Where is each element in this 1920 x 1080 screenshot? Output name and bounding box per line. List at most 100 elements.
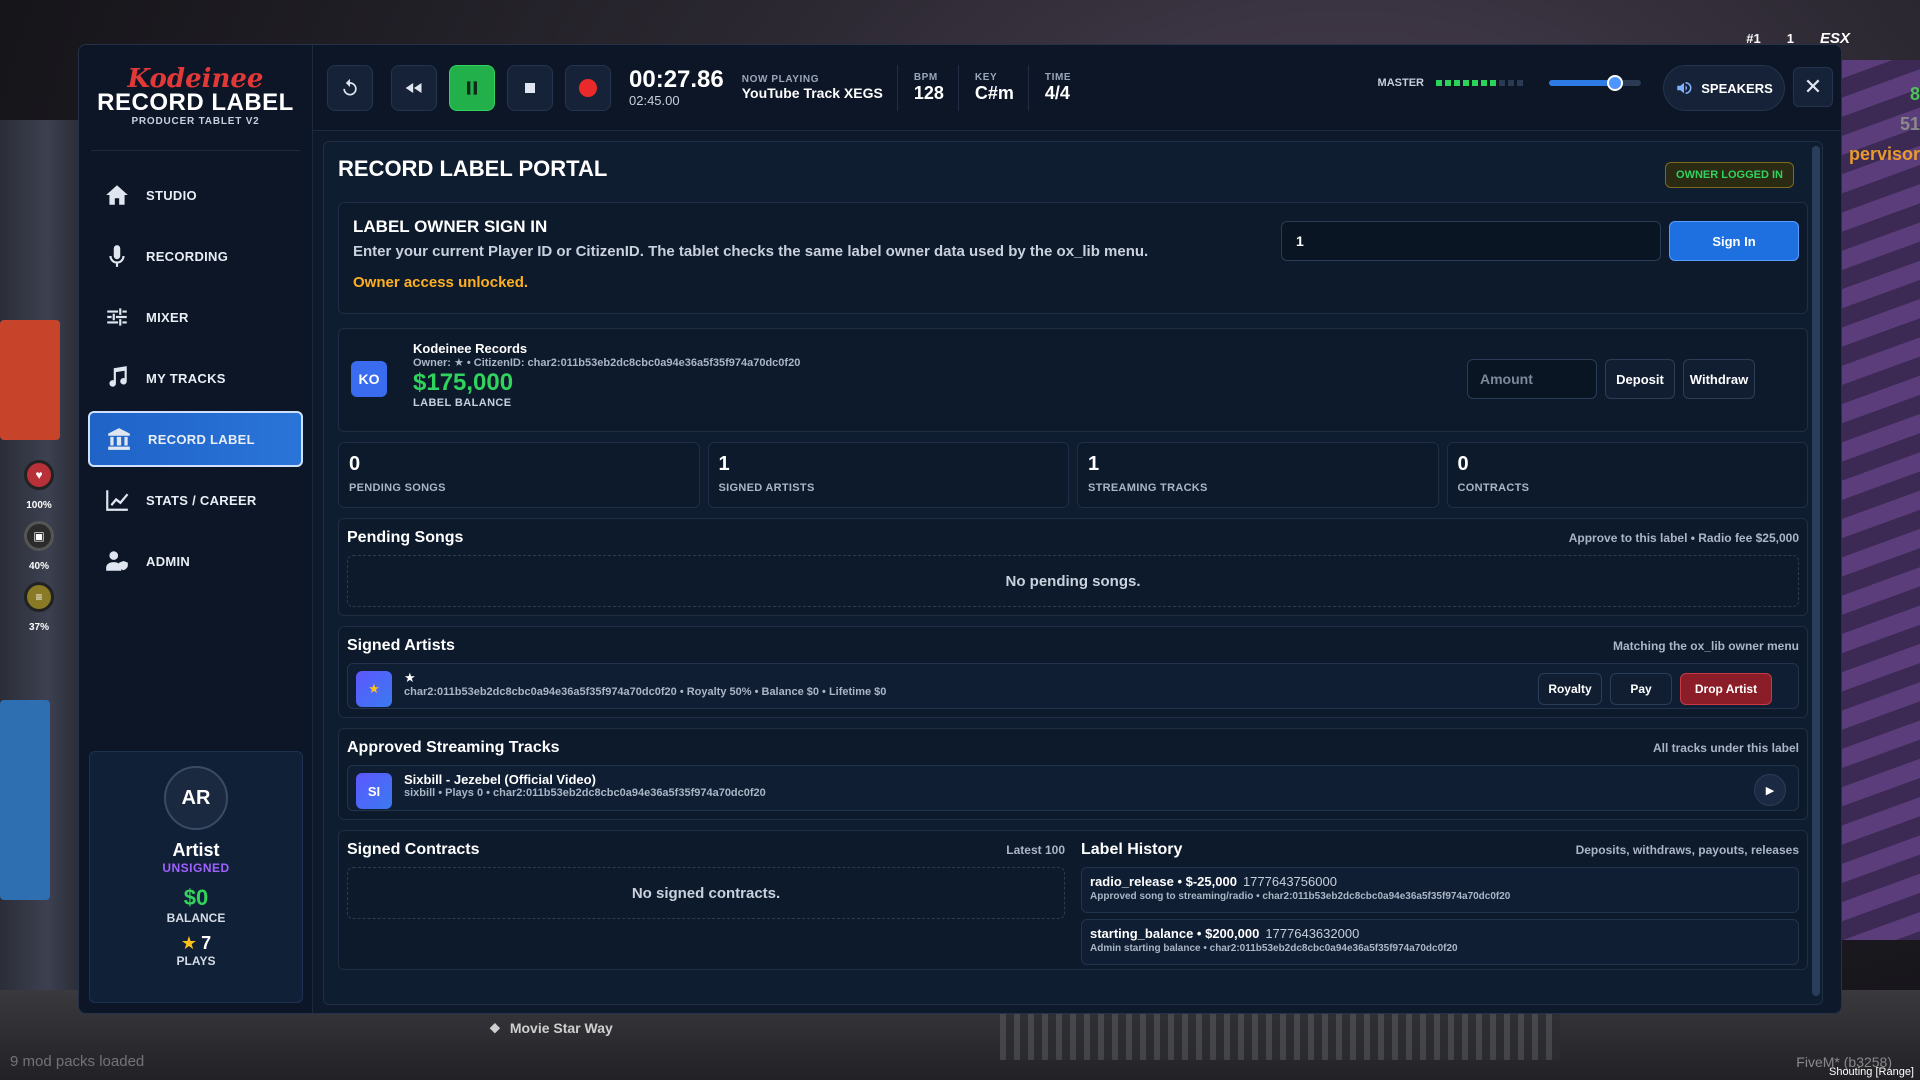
section-note: All tracks under this label — [1652, 741, 1799, 755]
brand-script: Kodeinee — [127, 64, 264, 94]
sliders-icon — [107, 308, 127, 326]
artist-plays: ★ 7 — [181, 933, 211, 954]
label-owner: Owner: ★ • CitizenID: char2:011b53eb2dc8… — [413, 357, 801, 369]
streaming-tracks-section: Approved Streaming Tracks All tracks und… — [338, 728, 1808, 820]
owner-sign-in-card: LABEL OWNER SIGN IN Enter your current P… — [338, 202, 1808, 314]
deposit-button[interactable]: Deposit — [1605, 359, 1675, 399]
close-button[interactable]: ✕ — [1793, 67, 1833, 107]
volume-knob[interactable] — [1607, 75, 1624, 91]
drop-artist-button[interactable]: Drop Artist — [1680, 673, 1772, 705]
artist-balance: $0 — [183, 885, 209, 910]
home-icon — [106, 185, 128, 205]
sidebar-item-admin[interactable]: ADMIN — [88, 533, 303, 589]
sidebar-item-stats-career[interactable]: STATS / CAREER — [88, 472, 303, 528]
label-stats: 0 PENDING SONGS 1 SIGNED ARTISTS 1 STREA… — [338, 442, 1808, 508]
voice-range: Shouting [Range] — [1828, 1066, 1914, 1078]
meter-segment — [1463, 80, 1469, 86]
rewind-icon — [405, 82, 422, 93]
acoustic-foam — [1840, 60, 1920, 940]
star-icon: ★ — [356, 671, 392, 707]
restart-button[interactable] — [327, 64, 373, 111]
master-label: MASTER — [1377, 77, 1424, 89]
label-name: Kodeinee Records — [413, 341, 528, 356]
label-avatar: KO — [351, 361, 387, 397]
sidebar-item-studio[interactable]: STUDIO — [88, 167, 303, 223]
player-status: ♥ 100% ▣ 40% ≡ 37% — [24, 460, 54, 633]
speakers-button[interactable]: SPEAKERS — [1663, 65, 1785, 111]
signin-status: Owner access unlocked. — [353, 274, 529, 291]
speakers-label: SPEAKERS — [1701, 80, 1773, 96]
scrollbar[interactable] — [1812, 146, 1820, 996]
history-id: 1777643756000 — [1242, 874, 1337, 889]
sidebar-item-label: STATS / CAREER — [146, 492, 257, 508]
avatar: AR — [164, 766, 228, 830]
sidebar-item-my-tracks[interactable]: MY TRACKS — [88, 350, 303, 406]
empty-state: No signed contracts. — [347, 867, 1065, 919]
withdraw-button[interactable]: Withdraw — [1683, 359, 1755, 399]
pay-button[interactable]: Pay — [1610, 673, 1672, 705]
master-volume-slider[interactable] — [1549, 75, 1641, 91]
amount-input[interactable]: Amount — [1467, 359, 1597, 399]
playback-time: 00:27.86 02:45.00 — [629, 66, 724, 109]
chart-icon — [106, 490, 129, 511]
pending-songs-section: Pending Songs Approve to this label • Ra… — [338, 518, 1808, 616]
section-note: Matching the ox_lib owner menu — [1612, 639, 1799, 653]
sign-in-button[interactable]: Sign In — [1669, 221, 1799, 261]
speaker-icon — [1677, 82, 1692, 94]
artist-profile-card: AR Artist UNSIGNED $0 BALANCE ★ 7 PLAYS — [89, 751, 303, 1003]
time-signature-readout: TIME 4/4 — [1045, 65, 1085, 111]
hud-right-line: pervisor — [1848, 144, 1920, 164]
artist-name: ★ — [404, 670, 416, 685]
sidebar-item-recording[interactable]: RECORDING — [88, 228, 303, 284]
rewind-button[interactable] — [391, 64, 437, 111]
elapsed-time: 00:27.86 — [629, 66, 724, 93]
history-desc: Approved song to streaming/radio • char2… — [1090, 891, 1511, 902]
brand-logo: Kodeinee RECORD LABEL PRODUCER TABLET V2 — [91, 45, 300, 151]
section-title: Pending Songs — [347, 529, 464, 546]
sidebar-item-label: STUDIO — [146, 187, 197, 203]
stat-value: 0 — [349, 453, 361, 475]
history-head: starting_balance • $200,000 — [1090, 926, 1260, 941]
stat-pending-songs: 0 PENDING SONGS — [338, 442, 700, 508]
bpm-value: 128 — [913, 82, 944, 103]
stat-value: 0 — [1457, 453, 1469, 475]
sidebar-item-record-label[interactable]: RECORD LABEL — [88, 411, 303, 467]
track-duration: 02:45.00 — [629, 93, 680, 108]
key-value: C#m — [974, 82, 1014, 103]
sidebar-item-label: MY TRACKS — [146, 370, 226, 386]
label-history-section: Label History Deposits, withdraws, payou… — [1073, 831, 1807, 969]
contracts-history-panel: Signed Contracts Latest 100 No signed co… — [338, 830, 1808, 970]
owner-status-badge: OWNER LOGGED IN — [1665, 162, 1794, 188]
royalty-button[interactable]: Royalty — [1538, 673, 1602, 705]
record-button[interactable] — [565, 64, 611, 111]
section-title: Approved Streaming Tracks — [347, 739, 560, 756]
armor-value: 40% — [28, 561, 49, 572]
stop-icon — [525, 82, 535, 93]
modpacks-text: 9 mod packs loaded — [10, 1053, 145, 1070]
history-id: 1777643632000 — [1265, 926, 1360, 941]
sidebar-nav: STUDIO RECORDING MIXER MY TRACKS RECORD … — [79, 167, 312, 589]
section-title: Signed Artists — [347, 637, 455, 654]
star-icon: ★ — [180, 933, 198, 953]
pause-button[interactable] — [449, 64, 495, 111]
player-id-input[interactable] — [1281, 221, 1661, 261]
stop-button[interactable] — [507, 64, 553, 111]
section-title: Label History — [1081, 841, 1183, 858]
artist-status: UNSIGNED — [162, 861, 230, 875]
section-title: Signed Contracts — [347, 841, 480, 858]
brand-title: RECORD LABEL — [97, 89, 294, 116]
meter-segment — [1472, 80, 1478, 86]
play-icon: ▶ — [1765, 784, 1775, 797]
stat-value: 1 — [718, 453, 730, 475]
now-playing-title: YouTube Track XEGS — [741, 85, 883, 101]
meter-segment — [1436, 80, 1442, 86]
street-name: ⬥ Movie Star Way — [490, 1019, 613, 1036]
play-track-button[interactable]: ▶ — [1754, 774, 1786, 806]
section-note: Latest 100 — [1006, 843, 1065, 857]
location-pin-icon: ⬥ — [490, 1019, 500, 1035]
stat-contracts: 0 CONTRACTS — [1446, 442, 1808, 508]
history-item: radio_release • $-25,000 1777643756000 Ap… — [1081, 867, 1799, 913]
sidebar-item-mixer[interactable]: MIXER — [88, 289, 303, 345]
time-signature: 4/4 — [1044, 82, 1070, 103]
track-avatar: SI — [356, 773, 392, 809]
